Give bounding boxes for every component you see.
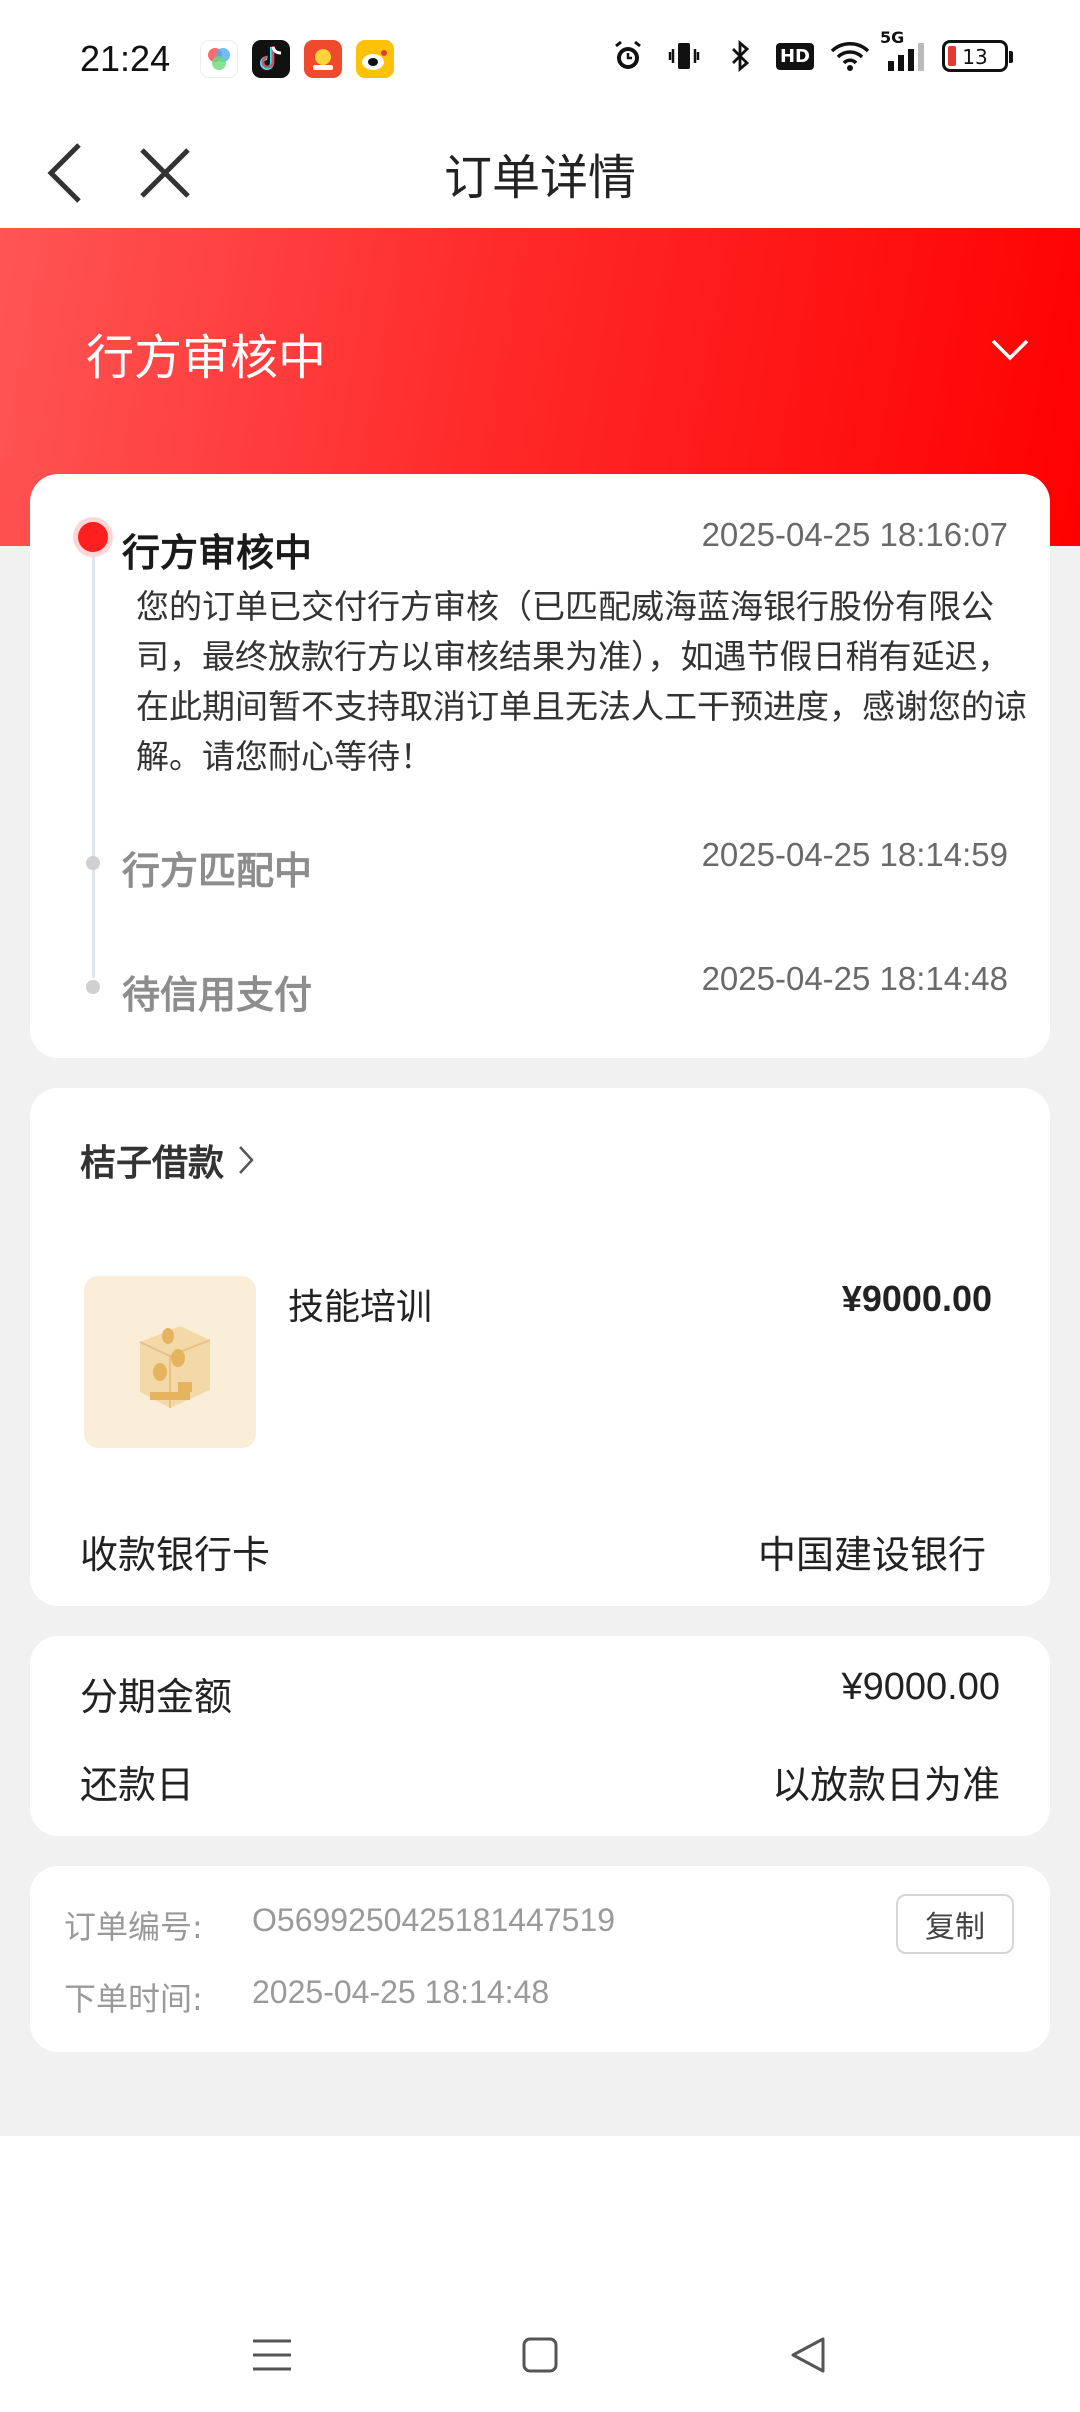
timeline-step-title: 行方匹配中 xyxy=(122,849,313,893)
status-time: 21:24 xyxy=(80,38,171,79)
merchant-link[interactable]: 桔子借款 xyxy=(80,1134,254,1186)
status-bar: 21:24 HD 5G 13 xyxy=(0,0,1080,120)
repayment-day-value: 以放款日为准 xyxy=(771,1763,1000,1807)
photos-app-icon xyxy=(200,40,238,78)
vibrate-icon xyxy=(664,36,704,76)
timeline-step-time: 2025-04-25 18:14:59 xyxy=(701,836,1008,873)
status-app-icons xyxy=(200,40,394,78)
order-info-card: 订单编号: O569925042518144751​9 复制 下单时间: 202… xyxy=(30,1866,1050,2052)
battery-icon: 13 xyxy=(942,40,1013,72)
chevron-down-icon xyxy=(991,339,1029,361)
nav-back-button[interactable] xyxy=(768,2320,848,2390)
chevron-right-icon xyxy=(239,1146,254,1174)
merchant-name: 桔子借款 xyxy=(80,1143,225,1184)
home-button[interactable] xyxy=(500,2320,580,2390)
timeline-dot xyxy=(86,980,100,994)
page-title: 订单详情 xyxy=(443,150,636,206)
product-name: 技能培训 xyxy=(288,1287,433,1328)
coin-box-icon xyxy=(139,1326,211,1408)
bank-card-label: 收款银行卡 xyxy=(80,1533,271,1577)
installment-card: 分期金额 ¥9000.00 还款日 以放款日为准 xyxy=(30,1636,1050,1836)
timeline-step-time: 2025-04-25 18:16:07 xyxy=(701,516,1008,553)
menu-button[interactable] xyxy=(232,2320,312,2390)
product-price: ¥9000.00 xyxy=(841,1278,992,1319)
timeline-active-dot xyxy=(78,522,108,552)
douyin-app-icon xyxy=(252,40,290,78)
order-timeline-card: 行方审核中 2025-04-25 18:16:07 您的订单已交付行方审核（已匹… xyxy=(30,474,1050,1058)
installment-amount-label: 分期金额 xyxy=(80,1675,233,1719)
bluetooth-icon xyxy=(720,36,760,76)
status-indicators: HD 5G 13 xyxy=(608,28,1013,76)
timeline-step-time: 2025-04-25 18:14:48 xyxy=(701,960,1008,997)
order-time-label: 下单时间: xyxy=(64,1980,203,2018)
nav-header: 订单详情 xyxy=(0,120,1080,228)
repayment-day-label: 还款日 xyxy=(80,1763,195,1807)
timeline-step-description: 您的订单已交付行方审核（已匹配威海蓝海银行股份有限公司，最终放款行方以审核结果为… xyxy=(136,587,1027,776)
installment-amount-value: ¥9000.00 xyxy=(841,1666,1001,1708)
order-time-value: 2025-04-25 18:14:48 xyxy=(252,1974,550,2010)
game-app-icon xyxy=(304,40,342,78)
menu-icon xyxy=(253,2339,291,2371)
order-number-label: 订单编号: xyxy=(64,1908,203,1946)
product-thumbnail xyxy=(84,1276,256,1448)
network-type-label: 5G xyxy=(880,28,905,47)
weibo-app-icon xyxy=(356,40,394,78)
copy-button[interactable]: 复制 xyxy=(896,1894,1014,1954)
bank-card-value: 中国建设银行 xyxy=(757,1533,986,1577)
alarm-icon xyxy=(608,36,648,76)
expand-button[interactable] xyxy=(980,320,1040,380)
timeline-dot xyxy=(86,856,100,870)
battery-level: 13 xyxy=(962,45,988,69)
home-square-icon xyxy=(522,2337,558,2373)
cellular-signal-icon: 5G xyxy=(880,28,926,76)
timeline-step-title: 待信用支付 xyxy=(122,973,313,1017)
hd-badge: HD xyxy=(775,42,814,70)
system-nav-bar xyxy=(0,2300,1080,2412)
product-card: 桔子借款 技能培训 ¥9000.00 收款银行卡 中国建设银行 xyxy=(30,1088,1050,1606)
order-number-value: O569925042518144751​9 xyxy=(252,1902,616,1938)
back-triangle-icon xyxy=(791,2337,825,2373)
wifi-icon xyxy=(830,36,870,76)
timeline-line xyxy=(92,542,95,978)
banner-status-title: 行方审核中 xyxy=(86,330,327,386)
timeline-step-title: 行方审核中 xyxy=(122,531,313,575)
